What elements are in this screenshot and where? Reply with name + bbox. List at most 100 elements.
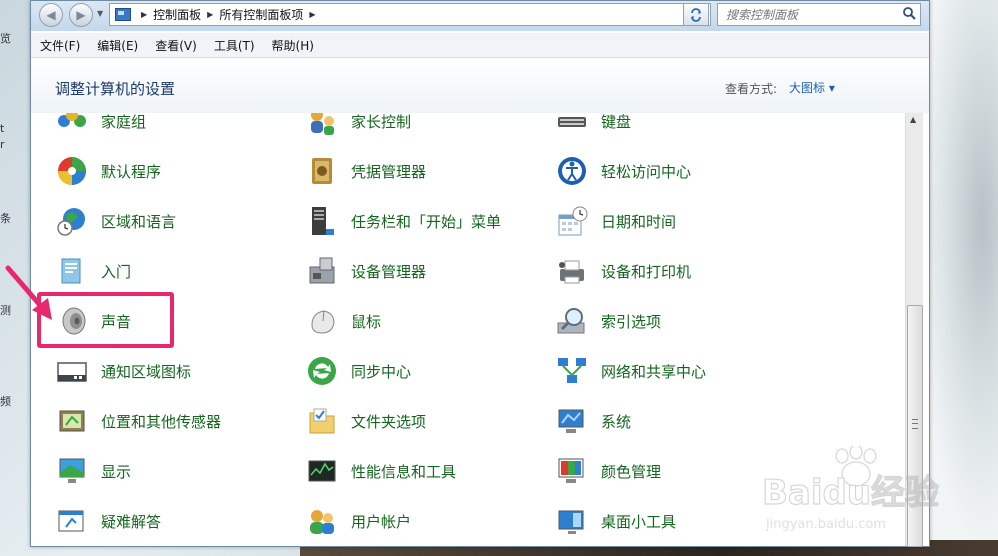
item-label: 用户帐户 [351, 512, 412, 531]
desktop-gadgets-icon [555, 504, 589, 538]
chevron-right-icon[interactable]: ▶ [207, 10, 213, 19]
item-folder-options[interactable]: 文件夹选项 [281, 401, 426, 441]
item-keyboard[interactable]: 键盘 [531, 113, 631, 141]
date-time-icon [555, 204, 589, 238]
item-label: 索引选项 [601, 312, 662, 331]
desktop-icon-label: 条 [0, 212, 11, 225]
devices-printers-icon [555, 254, 589, 288]
item-label: 默认程序 [101, 162, 162, 181]
menu-file[interactable]: 文件(F) [31, 37, 88, 54]
control-panel-icon [115, 8, 131, 21]
sync-center-icon [305, 354, 339, 388]
item-date-time[interactable]: 日期和时间 [531, 201, 676, 241]
view-by-dropdown[interactable]: 大图标 ▾ [789, 79, 835, 96]
desktop-icon-label: 频 [0, 395, 11, 408]
item-desktop-gadgets[interactable]: 桌面小工具 [531, 501, 676, 541]
item-device-manager[interactable]: 设备管理器 [281, 251, 426, 291]
address-bar[interactable]: ▶ 控制面板 ▶ 所有控制面板项 ▶ ▼ [109, 3, 711, 26]
item-display[interactable]: 显示 [31, 451, 131, 491]
scroll-up-arrow-icon[interactable]: ▲ [910, 115, 916, 124]
chevron-right-icon[interactable]: ▶ [309, 10, 315, 19]
item-label: 网络和共享中心 [601, 362, 707, 381]
item-ease-of-access[interactable]: 轻松访问中心 [531, 151, 691, 191]
item-label: 凭据管理器 [351, 162, 427, 181]
item-system[interactable]: 系统 [531, 401, 631, 441]
page-title: 调整计算机的设置 [55, 80, 176, 98]
refresh-button[interactable] [683, 3, 709, 26]
search-input[interactable] [724, 6, 898, 23]
search-icon[interactable] [902, 6, 916, 20]
watermark-brand: Baidu经验 [762, 473, 939, 513]
item-label: 轻松访问中心 [601, 162, 692, 181]
item-color-management[interactable]: 颜色管理 [531, 451, 661, 491]
system-icon [555, 404, 589, 438]
item-user-accounts[interactable]: 用户帐户 [281, 501, 411, 541]
item-label: 性能信息和工具 [351, 462, 457, 481]
folder-options-icon [305, 404, 339, 438]
recent-pages-dropdown[interactable]: ▼ [97, 9, 103, 18]
item-taskbar-start-menu[interactable]: 任务栏和「开始」菜单 [281, 201, 501, 241]
forward-button[interactable]: ▶ [69, 3, 93, 27]
menu-tools[interactable]: 工具(T) [205, 37, 263, 54]
item-label: 入门 [101, 262, 132, 281]
taskbar-start-menu-icon [305, 204, 339, 238]
keyboard-icon [555, 113, 589, 138]
item-label: 桌面小工具 [601, 512, 677, 531]
pointer-arrow-icon [5, 265, 52, 320]
item-homegroup[interactable]: 家庭组 [31, 113, 146, 141]
desktop-icon-label: t [0, 122, 5, 135]
menu-edit[interactable]: 编辑(E) [88, 37, 146, 54]
navigation-bar: ◀ ▶ ▼ ▶ 控制面板 ▶ 所有控制面板项 ▶ ▼ [31, 1, 929, 31]
header-band: 调整计算机的设置 查看方式: 大图标 ▾ [31, 58, 929, 113]
item-default-programs[interactable]: 默认程序 [31, 151, 161, 191]
network-sharing-icon [555, 354, 589, 388]
item-label: 家长控制 [351, 113, 412, 131]
mouse-icon [305, 304, 339, 338]
item-label: 同步中心 [351, 362, 412, 381]
notification-area-icon [55, 354, 89, 388]
item-performance[interactable]: 性能信息和工具 [281, 451, 456, 491]
item-label: 颜色管理 [601, 462, 662, 481]
item-parental-controls[interactable]: 家长控制 [281, 113, 411, 141]
menu-bar: 文件(F) 编辑(E) 查看(V) 工具(T) 帮助(H) [31, 33, 929, 58]
item-label: 鼠标 [351, 312, 382, 331]
baidu-jingyan-watermark: Baidu经验 jingyan.baidu.com [761, 446, 940, 532]
device-manager-icon [305, 254, 339, 288]
location-sensors-icon [55, 404, 89, 438]
back-button[interactable]: ◀ [39, 3, 63, 27]
grip-icon [912, 419, 918, 429]
display-icon [55, 454, 89, 488]
item-network-sharing[interactable]: 网络和共享中心 [531, 351, 706, 391]
item-sync-center[interactable]: 同步中心 [281, 351, 411, 391]
item-label: 任务栏和「开始」菜单 [351, 212, 502, 231]
homegroup-icon [55, 113, 89, 138]
breadcrumb-control-panel[interactable]: 控制面板 [153, 6, 201, 23]
item-label: 通知区域图标 [101, 362, 192, 381]
item-label: 键盘 [601, 113, 632, 131]
breadcrumb-all-items[interactable]: 所有控制面板项 [219, 6, 303, 23]
item-devices-printers[interactable]: 设备和打印机 [531, 251, 691, 291]
item-location-sensors[interactable]: 位置和其他传感器 [31, 401, 221, 441]
item-indexing-options[interactable]: 索引选项 [531, 301, 661, 341]
item-notification-area[interactable]: 通知区域图标 [31, 351, 191, 391]
item-troubleshooting[interactable]: 疑难解答 [31, 501, 161, 541]
menu-view[interactable]: 查看(V) [146, 37, 205, 54]
item-label: 设备和打印机 [601, 262, 692, 281]
item-mouse[interactable]: 鼠标 [281, 301, 381, 341]
item-region-language[interactable]: 区域和语言 [31, 201, 176, 241]
indexing-options-icon [555, 304, 589, 338]
item-label: 日期和时间 [601, 212, 677, 231]
item-credential-manager[interactable]: 凭据管理器 [281, 151, 426, 191]
item-label: 位置和其他传感器 [101, 412, 222, 431]
view-by-label: 查看方式: [725, 82, 778, 96]
parental-controls-icon [305, 113, 339, 138]
color-management-icon [555, 454, 589, 488]
watermark-url: jingyan.baidu.com [765, 517, 886, 532]
item-label: 显示 [101, 462, 132, 481]
chevron-right-icon[interactable]: ▶ [141, 10, 147, 19]
search-box[interactable] [717, 3, 921, 26]
troubleshooting-icon [55, 504, 89, 538]
item-label: 家庭组 [101, 113, 147, 131]
performance-icon [305, 454, 339, 488]
menu-help[interactable]: 帮助(H) [263, 37, 322, 54]
